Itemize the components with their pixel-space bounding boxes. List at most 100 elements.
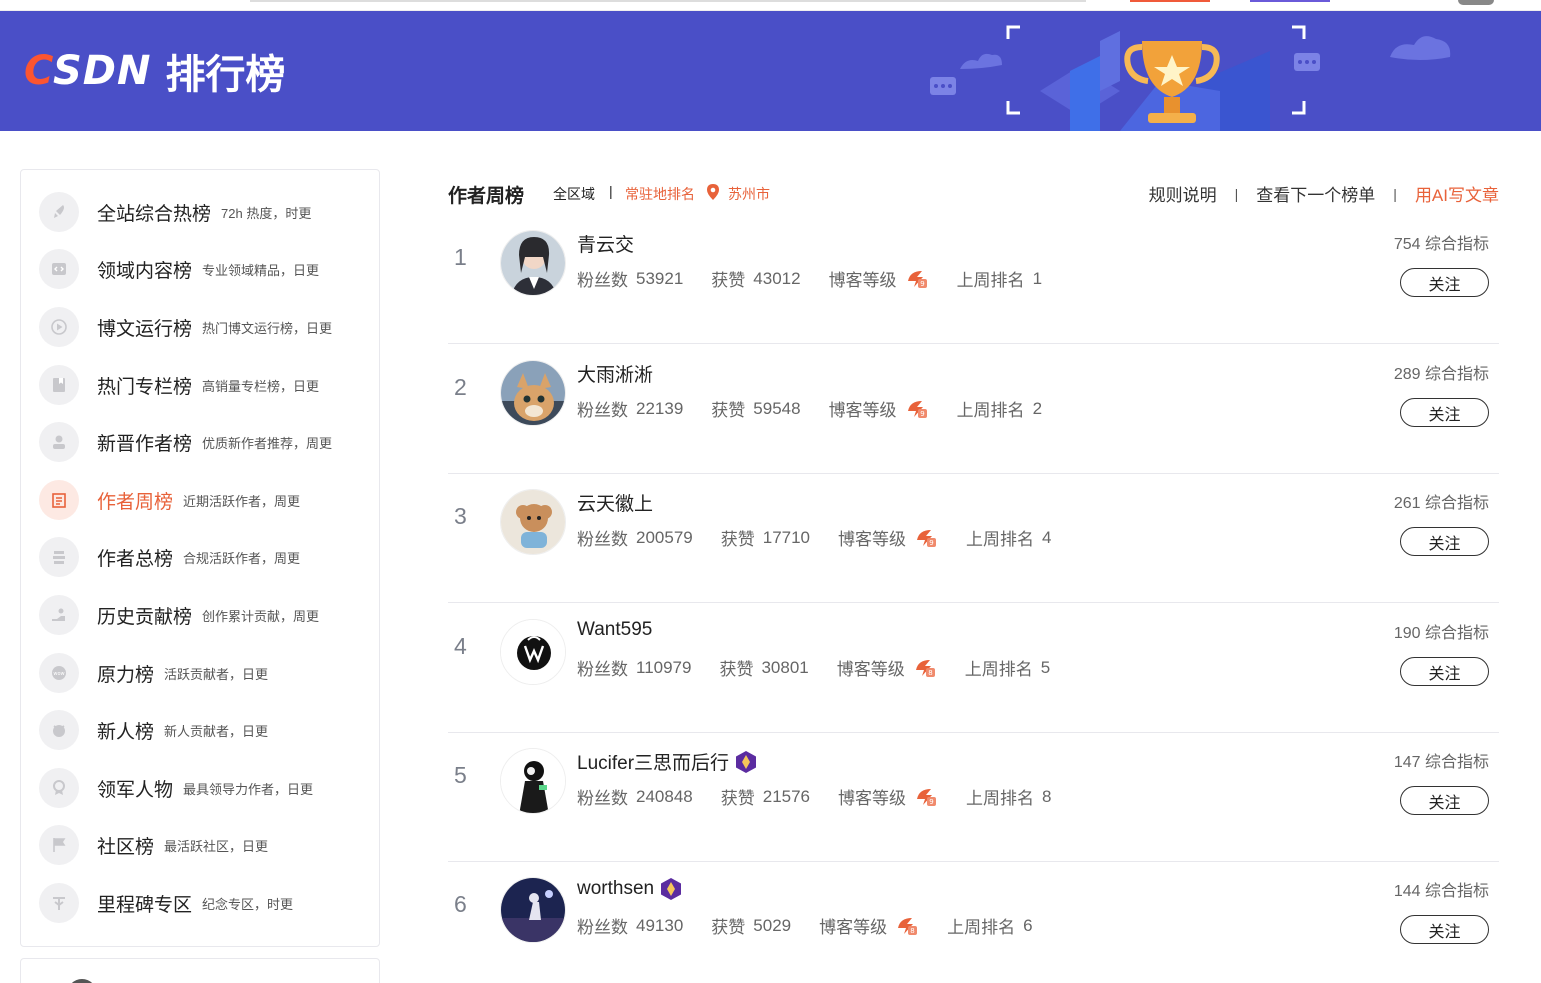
- rank-number: 5: [454, 762, 467, 788]
- resident-rank-filter[interactable]: 常驻地排名: [625, 184, 695, 204]
- fans-value: 240848: [636, 786, 693, 806]
- sidebar-item-force[interactable]: wow 原力榜 活跃贡献者，日更: [39, 653, 268, 693]
- sidebar-item-milestone[interactable]: 里程碑专区 纪念专区，时更: [39, 883, 293, 923]
- sidebar-item-leader[interactable]: 领军人物 最具领导力作者，日更: [39, 768, 313, 808]
- sidebar-item-label: 热门专栏榜: [97, 376, 193, 398]
- milestone-icon: [39, 883, 79, 923]
- page-title: 排行榜: [165, 52, 286, 98]
- follow-button[interactable]: 关注: [1400, 786, 1489, 815]
- score-value: 144: [1393, 883, 1421, 900]
- sidebar-item-desc: 活跃贡献者，日更: [164, 666, 269, 682]
- search-bar-edge[interactable]: [250, 0, 1086, 2]
- level-label: 博客等级: [838, 530, 907, 549]
- likes-value: 5029: [753, 915, 792, 935]
- medal-icon: [39, 768, 79, 808]
- follow-button[interactable]: 关注: [1400, 527, 1489, 556]
- sidebar-item-history[interactable]: 历史贡献榜 创作累计贡献，周更: [39, 595, 319, 635]
- ranking-row: 5 Lucifer三思而后行 粉丝数 240848 获赞 21576 博客等级 …: [448, 732, 1499, 862]
- author-name-text: worthsen: [577, 878, 655, 899]
- sidebar-item-desc: 近期活跃作者，周更: [183, 493, 301, 509]
- top-button-edge[interactable]: [1130, 0, 1210, 2]
- wow-icon: wow: [39, 653, 79, 693]
- sidebar-item-new-author[interactable]: 新晋作者榜 优质新作者推荐，周更: [39, 422, 332, 462]
- level-label: 博客等级: [836, 660, 905, 679]
- calendar-icon: [39, 480, 79, 520]
- avatar[interactable]: [1458, 0, 1494, 5]
- flag-icon: [39, 825, 79, 865]
- author-stats: 粉丝数 49130 获赞 5029 博客等级 8 上周排名 6: [577, 913, 1033, 938]
- sidebar-item-label: 社区榜: [97, 836, 155, 858]
- last-week-label: 上周排名: [947, 918, 1016, 937]
- sidebar-item-newbie[interactable]: 新人榜 新人贡献者，日更: [39, 710, 268, 750]
- author-name[interactable]: 云天徽上: [577, 489, 653, 516]
- ranking-row: 4 Want595 粉丝数 110979 获赞 30801 博客等级 8 上周排…: [448, 603, 1499, 733]
- score: 190 综合指标: [1394, 619, 1489, 643]
- fans-label: 粉丝数: [577, 789, 628, 808]
- rank-number: 3: [454, 503, 467, 529]
- ranking-row: 6 worthsen 粉丝数 49130 获赞 5029 博客等级 8 上周排名…: [448, 861, 1499, 983]
- author-stats: 粉丝数 53921 获赞 43012 博客等级 9 上周排名 1: [577, 266, 1042, 291]
- avatar[interactable]: [500, 748, 566, 814]
- author-name[interactable]: Lucifer三思而后行: [577, 748, 757, 775]
- sidebar-item-label: 原力榜: [97, 664, 155, 686]
- author-name[interactable]: worthsen: [577, 877, 682, 901]
- avatar[interactable]: [500, 619, 566, 685]
- rocket-icon: [39, 192, 79, 232]
- next-board-link[interactable]: 查看下一个榜单: [1256, 181, 1375, 206]
- last-week-label: 上周排名: [956, 401, 1025, 420]
- follow-button[interactable]: 关注: [1400, 398, 1489, 427]
- ai-write-link[interactable]: 用AI写文章: [1415, 181, 1499, 206]
- author-name-text: 大雨淅淅: [577, 365, 654, 386]
- level-label: 博客等级: [828, 271, 897, 290]
- author-name[interactable]: 大雨淅淅: [577, 360, 653, 387]
- hand-icon: [39, 595, 79, 635]
- sidebar-item-label: 领域内容榜: [97, 260, 193, 282]
- sidebar-item-label: 领军人物: [97, 779, 174, 801]
- level-label: 博客等级: [838, 789, 907, 808]
- follow-button[interactable]: 关注: [1400, 915, 1489, 944]
- group-icon: [39, 537, 79, 577]
- blog-level-icon: 9: [907, 400, 927, 418]
- certified-badge-icon: [661, 878, 682, 900]
- author-name[interactable]: 青云交: [577, 230, 634, 257]
- sidebar-item-domain[interactable]: 领域内容榜 专业领域精品，日更: [39, 249, 319, 289]
- region-filter-all[interactable]: 全区域: [553, 184, 595, 204]
- sidebar-item-desc: 纪念专区，时更: [202, 896, 294, 912]
- fans-value: 49130: [636, 915, 684, 935]
- sidebar-item-label: 历史贡献榜: [97, 606, 193, 628]
- rules-link[interactable]: 规则说明: [1149, 181, 1217, 206]
- sidebar-item-blog-run[interactable]: 博文运行榜 热门博文运行榜，日更: [39, 307, 332, 347]
- follow-button[interactable]: 关注: [1400, 657, 1489, 686]
- ranking-row: 3 云天徽上 粉丝数 200579 获赞 17710 博客等级 9 上周排名 4…: [448, 473, 1499, 603]
- sidebar-item-community[interactable]: 社区榜 最活跃社区，日更: [39, 825, 268, 865]
- svg-text:9: 9: [929, 539, 933, 547]
- top-button-edge-2[interactable]: [1250, 0, 1330, 2]
- sidebar-item-author-week[interactable]: 作者周榜 近期活跃作者，周更: [39, 480, 300, 520]
- last-week-value: 6: [1023, 915, 1033, 935]
- sidebar-item-column[interactable]: 热门专栏榜 高销量专栏榜，日更: [39, 365, 319, 405]
- avatar[interactable]: [500, 360, 566, 426]
- avatar[interactable]: [500, 877, 566, 943]
- sidebar-item-author-total[interactable]: 作者总榜 合规活跃作者，周更: [39, 537, 300, 577]
- likes-label: 获赞: [711, 918, 746, 937]
- svg-text:8: 8: [928, 669, 932, 677]
- likes-label: 获赞: [711, 401, 746, 420]
- likes-value: 43012: [753, 268, 801, 288]
- last-week-label: 上周排名: [956, 271, 1025, 290]
- city-selector[interactable]: 苏州市: [728, 184, 770, 204]
- logo[interactable]: CSDN 排行榜: [24, 46, 285, 98]
- avatar[interactable]: [500, 230, 566, 296]
- sidebar-item-desc: 高销量专栏榜，日更: [202, 378, 320, 394]
- avatar[interactable]: [500, 489, 566, 555]
- avatar[interactable]: [67, 979, 97, 983]
- score: 147 综合指标: [1394, 748, 1489, 772]
- sidebar-item-site-hot[interactable]: 全站综合热榜 72h 热度，时更: [39, 192, 311, 232]
- follow-button[interactable]: 关注: [1400, 268, 1489, 297]
- author-name[interactable]: Want595: [577, 619, 652, 641]
- fans-value: 110979: [636, 657, 692, 677]
- newbie-icon: [39, 710, 79, 750]
- score-label: 综合指标: [1424, 883, 1489, 900]
- location-pin-icon: [707, 184, 719, 200]
- last-week-label: 上周排名: [964, 660, 1033, 679]
- last-week-value: 1: [1032, 268, 1043, 288]
